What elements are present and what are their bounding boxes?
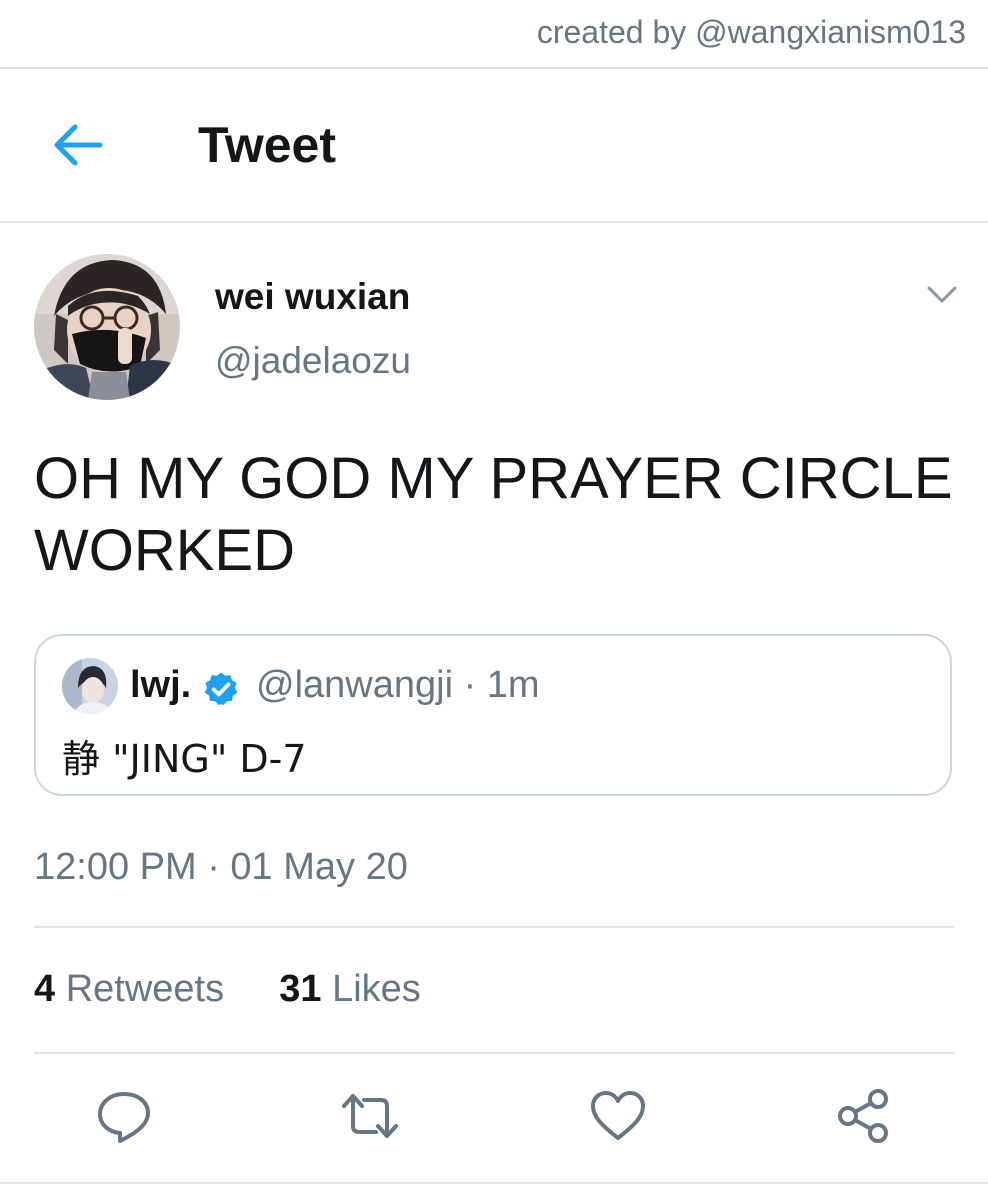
quoted-tweet-time: 1m xyxy=(486,664,540,706)
meta-separator: · xyxy=(463,664,477,706)
retweet-icon xyxy=(342,1094,398,1138)
tweet-timestamp: 12:00 PM · 01 May 20 xyxy=(34,846,408,888)
tweet-text: OH MY GOD MY PRAYER CIRCLE WORKED xyxy=(34,446,953,583)
quoted-author-name: lwj. xyxy=(130,664,192,706)
reply-button[interactable] xyxy=(94,1086,154,1146)
arrow-left-icon xyxy=(54,124,103,166)
quoted-tweet[interactable]: lwj. @lanwangji · 1m 静 "JING" D-7 xyxy=(34,634,952,796)
share-icon xyxy=(838,1089,888,1143)
top-divider xyxy=(0,67,988,69)
retweets-stat[interactable]: 4 Retweets xyxy=(34,968,235,1010)
tweet-menu-button[interactable] xyxy=(920,276,964,312)
author-handle[interactable]: @jadelaozu xyxy=(215,340,411,382)
like-button[interactable] xyxy=(588,1086,648,1146)
retweet-button[interactable] xyxy=(340,1086,400,1146)
header-bar: Tweet xyxy=(0,70,988,222)
chevron-down-icon xyxy=(927,286,957,303)
likes-count: 31 xyxy=(279,968,322,1010)
header-divider xyxy=(0,221,988,223)
quoted-author-avatar xyxy=(62,658,118,714)
reply-icon xyxy=(98,1092,150,1143)
likes-label: Likes xyxy=(332,968,421,1010)
quoted-author-handle: @lanwangji xyxy=(256,664,454,706)
credit-text: created by @wangxianism013 xyxy=(536,14,966,50)
retweets-label: Retweets xyxy=(65,968,225,1010)
likes-stat[interactable]: 31 Likes xyxy=(279,968,421,1010)
bottom-divider xyxy=(0,1182,988,1184)
retweets-count: 4 xyxy=(34,968,56,1010)
like-icon xyxy=(591,1091,645,1140)
author-display-name[interactable]: wei wuxian xyxy=(215,276,410,318)
tweet-stats: 4 Retweets 31 Likes xyxy=(34,968,421,1011)
back-button[interactable] xyxy=(50,120,104,170)
stats-divider xyxy=(34,1052,954,1054)
quoted-tweet-meta: @lanwangji · 1m xyxy=(256,664,540,707)
timestamp-divider xyxy=(34,926,954,928)
share-button[interactable] xyxy=(834,1086,894,1146)
quoted-tweet-text: 静 "JING" D-7 xyxy=(62,737,307,781)
author-avatar[interactable] xyxy=(34,254,180,400)
verified-badge-icon xyxy=(204,672,238,705)
page-title: Tweet xyxy=(198,117,336,173)
